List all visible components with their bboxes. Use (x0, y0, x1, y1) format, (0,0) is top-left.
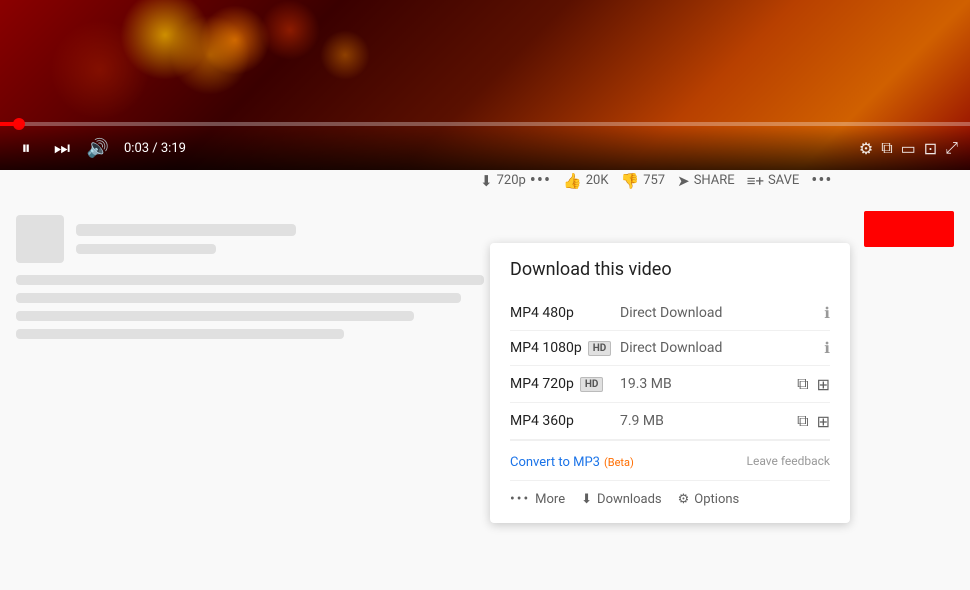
fullscreen-button[interactable]: ⤢ (945, 138, 958, 158)
pause-button[interactable]: ⏸ (12, 134, 40, 162)
channel-subs-skeleton (76, 244, 216, 254)
miniplayer-button[interactable]: ⧉ (881, 138, 892, 158)
dislikes-button[interactable]: 👎 757 (621, 172, 666, 190)
options-footer-button[interactable]: ⚙ Options (678, 492, 740, 507)
format-label-720p: MP4 720p HD (510, 376, 620, 392)
likes-button[interactable]: 👍 20K (563, 172, 608, 190)
below-video: Download this video MP4 480p Direct Down… (0, 203, 970, 339)
desc-line-3 (16, 311, 414, 321)
convert-row: Convert to MP3 (Beta) Leave feedback (510, 440, 830, 480)
channel-name-skeleton (76, 224, 296, 236)
more-footer-label: More (535, 492, 565, 507)
save-button[interactable]: ≡+ SAVE (747, 172, 800, 190)
player-controls: ⏸ ⏭ 🔊 0:03 / 3:19 ⚙ ⧉ ▭ ⊡ ⤢ (0, 126, 970, 170)
info-icon-480p[interactable]: ℹ (824, 304, 830, 322)
settings-button[interactable]: ⚙ (859, 139, 873, 158)
format-row-1080p: MP4 1080p HD Direct Download ℹ (510, 331, 830, 366)
format-label-1080p: MP4 1080p HD (510, 340, 620, 356)
like-icon: 👍 (563, 172, 582, 190)
direct-download-1080p[interactable]: Direct Download (620, 340, 824, 356)
save-icon: ≡+ (747, 172, 764, 190)
quality-selector[interactable]: ⬇ 720p ••• (480, 170, 551, 191)
channel-row (16, 215, 484, 263)
quality-label: 720p (497, 173, 526, 188)
copy-icon-720p[interactable]: ⧉ (797, 374, 808, 394)
format-row-720p: MP4 720p HD 19.3 MB ⧉ ⊞ (510, 366, 830, 403)
options-footer-label: Options (694, 492, 739, 507)
format-icons-720p: ⧉ ⊞ (797, 374, 830, 394)
save-label: SAVE (768, 173, 799, 188)
convert-link[interactable]: Convert to MP3 (Beta) (510, 451, 634, 470)
video-player: ⏸ ⏭ 🔊 0:03 / 3:19 ⚙ ⧉ ▭ ⊡ ⤢ (0, 0, 970, 170)
download-icon: ⬇ (480, 172, 493, 190)
qr-icon-720p[interactable]: ⊞ (817, 375, 830, 394)
likes-count: 20K (586, 173, 609, 188)
downloads-footer-button[interactable]: ⬇ Downloads (581, 492, 662, 507)
leave-feedback-link[interactable]: Leave feedback (747, 454, 831, 468)
share-button[interactable]: ➤ SHARE (677, 172, 735, 190)
beta-label: (Beta) (604, 456, 634, 469)
info-icon-1080p[interactable]: ℹ (824, 339, 830, 357)
more-button[interactable]: ••• (811, 170, 832, 191)
right-controls: ⚙ ⧉ ▭ ⊡ ⤢ (859, 138, 958, 158)
format-row-360p: MP4 360p 7.9 MB ⧉ ⊞ (510, 403, 830, 440)
dislikes-count: 757 (643, 173, 665, 188)
cast-button[interactable]: ⊡ (924, 139, 937, 158)
share-label: SHARE (694, 173, 735, 188)
volume-button[interactable]: 🔊 (84, 134, 112, 162)
options-icon: ⚙ (678, 492, 690, 507)
next-button[interactable]: ⏭ (48, 134, 76, 162)
hd-badge-1080p: HD (588, 341, 612, 356)
popup-footer: ••• More ⬇ Downloads ⚙ Options (510, 480, 830, 507)
desc-line-2 (16, 293, 461, 303)
theater-button[interactable]: ▭ (901, 139, 916, 158)
format-label-360p: MP4 360p (510, 413, 620, 429)
more-dots-icon: ••• (811, 170, 832, 191)
desc-line-1 (16, 275, 484, 285)
download-popup: Download this video MP4 480p Direct Down… (490, 243, 850, 523)
format-icons-360p: ⧉ ⊞ (797, 411, 830, 431)
more-footer-dots-icon: ••• (510, 491, 530, 507)
hd-badge-720p: HD (580, 377, 604, 392)
format-row-480p: MP4 480p Direct Download ℹ (510, 296, 830, 331)
size-360p: 7.9 MB (620, 413, 797, 429)
popup-title: Download this video (510, 259, 830, 280)
copy-icon-360p[interactable]: ⧉ (797, 411, 808, 431)
quality-dots[interactable]: ••• (530, 170, 551, 191)
action-bar: ⬇ 720p ••• 👍 20K 👎 757 ➤ SHARE ≡+ SAVE •… (0, 170, 970, 191)
desc-line-4 (16, 329, 344, 339)
downloads-footer-label: Downloads (597, 492, 662, 507)
subscribe-button[interactable] (864, 211, 954, 247)
qr-icon-360p[interactable]: ⊞ (817, 412, 830, 431)
share-icon: ➤ (677, 172, 690, 190)
avatar (16, 215, 64, 263)
channel-info (76, 224, 484, 254)
format-label-480p: MP4 480p (510, 305, 620, 321)
dislike-icon: 👎 (621, 172, 640, 190)
more-footer-button[interactable]: ••• More (510, 491, 565, 507)
channel-info-section (0, 215, 500, 339)
time-display: 0:03 / 3:19 (124, 141, 186, 156)
downloads-icon: ⬇ (581, 492, 592, 507)
direct-download-480p[interactable]: Direct Download (620, 305, 824, 321)
size-720p: 19.3 MB (620, 376, 797, 392)
